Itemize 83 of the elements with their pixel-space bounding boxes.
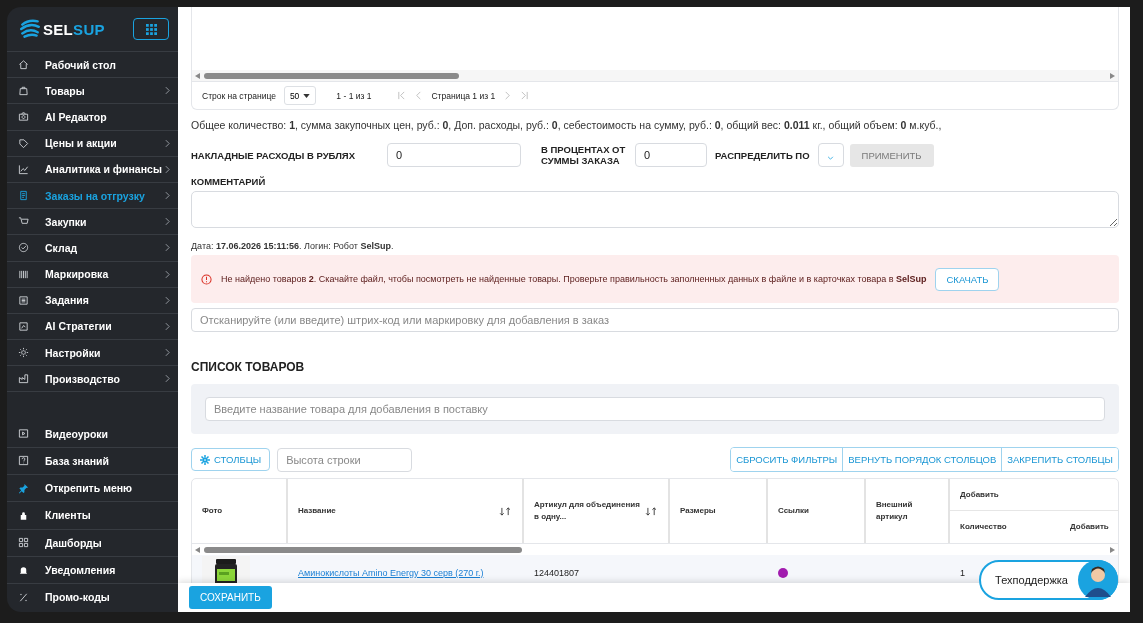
factory-icon bbox=[18, 373, 29, 385]
order-meta: Дата: 17.06.2026 15:11:56. Логин: Робот SelSup. bbox=[191, 241, 395, 251]
settings-icon bbox=[200, 454, 210, 465]
barcode-field[interactable]: Отсканируйте (или введите) штрих-код или маркировку для добавления в заказ bbox=[191, 308, 1119, 332]
column-header[interactable]: Артикул для объединения в одну... bbox=[534, 499, 645, 523]
marketplace-icon[interactable] bbox=[778, 568, 788, 578]
warning-icon bbox=[201, 273, 212, 285]
chevron-icon bbox=[165, 191, 170, 201]
play-icon bbox=[18, 428, 29, 440]
grid-icon bbox=[145, 23, 157, 35]
scrollbar[interactable] bbox=[192, 70, 1118, 82]
column-header[interactable]: Ссылки bbox=[778, 505, 854, 517]
product-search-field[interactable]: Введите название товара для добавления в поставку bbox=[205, 397, 1105, 421]
chevron-icon bbox=[827, 155, 835, 160]
question-icon bbox=[18, 455, 29, 467]
page-indicator: Страница 1 из 1 bbox=[431, 90, 496, 101]
logo-icon bbox=[19, 18, 41, 40]
page-range: 1 - 1 из 1 bbox=[336, 90, 372, 101]
alert-message: Не найдено товаров 2. Скачайте файл, чтобы посмотреть не найденные товары. Проверьте правильность заполненных данных в файле и в карточках товара в SelSup bbox=[221, 274, 927, 284]
overhead-field[interactable]: 0 bbox=[387, 143, 521, 167]
left-arrow-icon[interactable] bbox=[195, 72, 201, 79]
dashboard-icon bbox=[18, 537, 29, 549]
lock-icon bbox=[18, 509, 29, 521]
check-icon bbox=[18, 242, 29, 254]
rows-per-page-label: Строк на странице bbox=[202, 90, 276, 101]
scrollbar[interactable] bbox=[192, 543, 1118, 555]
avatar-icon bbox=[1078, 560, 1118, 600]
rows-per-page-select[interactable]: 50 bbox=[283, 86, 317, 105]
left-arrow-icon[interactable] bbox=[195, 546, 201, 553]
pin-icon bbox=[18, 482, 29, 494]
chevron-icon bbox=[165, 321, 170, 331]
sort-icon[interactable] bbox=[499, 506, 512, 516]
column-header[interactable]: Внешний артикул bbox=[876, 499, 938, 523]
camera-icon bbox=[18, 111, 29, 123]
distribute-label: РАСПРЕДЕЛИТЬ ПО bbox=[715, 149, 810, 161]
support-button[interactable]: Техподдержка bbox=[979, 560, 1118, 600]
chevron-icon bbox=[165, 217, 170, 227]
chevron-icon bbox=[165, 374, 170, 384]
tag-icon bbox=[18, 137, 29, 149]
order-summary: Общее количество: 1, сумма закупочных цен, руб.: 0, Доп. расходы, руб.: 0, себестоимость на сумму, руб.: 0, общий вес: 0.011 кг., общий объем: 0 м.куб., bbox=[191, 119, 943, 131]
home-icon bbox=[18, 59, 29, 71]
bag-icon bbox=[18, 85, 29, 97]
barcode-icon bbox=[18, 268, 29, 280]
row-height-field[interactable]: Высота строки bbox=[277, 447, 413, 472]
chevron-icon bbox=[165, 295, 170, 305]
percent-label: В ПРОЦЕНТАХ ОТ СУММЫ ЗАКАЗА bbox=[541, 143, 627, 167]
chevron-icon bbox=[165, 348, 170, 358]
chevron-icon bbox=[165, 138, 170, 148]
right-arrow-icon[interactable] bbox=[1109, 72, 1115, 79]
column-group-header: Добавить bbox=[960, 488, 1000, 501]
column-header[interactable]: Количество bbox=[960, 521, 1050, 533]
strategy-icon bbox=[18, 320, 29, 332]
document-icon bbox=[18, 190, 29, 202]
overhead-label: НАКЛАДНЫЕ РАСХОДЫ В РУБЛЯХ bbox=[191, 149, 357, 161]
chevron-icon bbox=[165, 243, 170, 253]
caret-icon bbox=[303, 93, 311, 98]
comment-field[interactable] bbox=[191, 191, 1119, 228]
percent-field[interactable]: 0 bbox=[635, 143, 707, 167]
product-link[interactable]: Аминокислоты Amino Energy 30 серв (270 г.) bbox=[298, 568, 484, 578]
columns-button[interactable]: СТОЛБЦЫ bbox=[191, 448, 271, 471]
section-title: СПИСОК ТОВАРОВ bbox=[191, 360, 306, 374]
list-icon bbox=[18, 294, 29, 306]
apps-button[interactable] bbox=[133, 18, 169, 40]
logo-text: SELSUP bbox=[43, 20, 105, 38]
chevron-icon bbox=[165, 269, 170, 279]
column-header[interactable]: Размеры bbox=[680, 505, 756, 517]
chevron-icon bbox=[165, 86, 170, 96]
column-header[interactable]: Добавить bbox=[1070, 521, 1109, 533]
bell-icon bbox=[18, 564, 29, 576]
last-page-icon[interactable] bbox=[520, 91, 530, 100]
chart-icon bbox=[18, 163, 29, 175]
first-page-icon[interactable] bbox=[397, 91, 407, 100]
table-cell: 124401807 bbox=[534, 568, 580, 578]
table-cell: 1 bbox=[960, 568, 965, 578]
percent-icon bbox=[18, 591, 29, 603]
column-header[interactable]: Название bbox=[298, 505, 499, 517]
right-arrow-icon[interactable] bbox=[1109, 546, 1115, 553]
comment-label: КОММЕНТАРИЙ bbox=[191, 176, 267, 187]
settings-icon bbox=[18, 347, 29, 359]
menu-item[interactable]: Промо-коды bbox=[7, 584, 178, 611]
chevron-icon bbox=[165, 164, 170, 174]
column-header[interactable]: Фото bbox=[202, 505, 276, 517]
sort-icon[interactable] bbox=[645, 506, 658, 516]
